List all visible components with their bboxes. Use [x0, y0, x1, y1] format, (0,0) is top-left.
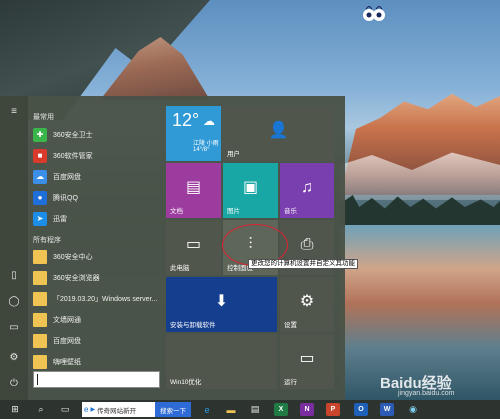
folder-icon [33, 312, 47, 327]
cloud-rain-icon: ☁ [203, 114, 215, 128]
start-search-input[interactable] [33, 371, 160, 388]
app-label: 360软件管家 [53, 152, 93, 160]
search-icon[interactable]: ⌕ [34, 403, 48, 416]
store-icon[interactable]: ▤ [248, 403, 262, 416]
app-label: 「2019.03.20」Windows server... [53, 295, 158, 303]
onenote-icon[interactable]: N [300, 403, 314, 416]
weather-location: 江陵 小雨 [193, 141, 219, 147]
tile-label: 设置 [284, 322, 297, 329]
tile-weather[interactable]: 12° ☁ 江陵 小雨 14°/8° [166, 106, 221, 161]
app-folder-360-center[interactable]: 360安全中心 [33, 248, 161, 265]
run-icon: ▭ [299, 349, 315, 367]
tile-label: 文档 [170, 208, 183, 215]
app-folder-windows-server[interactable]: 「2019.03.20」Windows server... [33, 290, 161, 307]
tile-label: 此电脑 [170, 265, 190, 272]
weather-range: 14°/8° [193, 147, 210, 153]
ie-icon: e [84, 405, 89, 414]
app-360-software-manager[interactable]: ■ 360软件管家 [33, 147, 161, 164]
computer-icon: ▭ [185, 235, 202, 253]
folder-icon [33, 291, 47, 306]
tile-install-uninstall[interactable]: ⬇ 安装与卸载软件 [166, 277, 277, 332]
outlook-icon[interactable]: O [354, 403, 368, 416]
tile-win10-optimize[interactable]: Win10优化 [166, 334, 277, 389]
tile-this-pc[interactable]: ▭ 此电脑 [166, 220, 221, 275]
app-360-safe[interactable]: ✚ 360安全卫士 [33, 126, 161, 143]
app-folder-wenqiang[interactable]: 文墙网通 [33, 311, 161, 328]
gear-icon: ⚙ [299, 292, 315, 310]
tile-pictures[interactable]: ▣ 图片 [223, 163, 278, 218]
app-folder-baidu-netdisk[interactable]: 百度网盘 [33, 332, 161, 349]
excel-icon[interactable]: X [274, 403, 288, 416]
taskbar-search-button[interactable]: 搜索一下 [155, 402, 191, 417]
app-label: 360安全卫士 [53, 131, 93, 139]
document-icon: ▤ [185, 178, 202, 196]
qq-browser-icon[interactable]: ◉ [406, 403, 420, 416]
settings-gear-icon[interactable]: ⚙ [7, 350, 21, 364]
tablet-mode-icon[interactable]: ▯ [7, 268, 21, 282]
app-label: 百度网盘 [53, 173, 81, 181]
picture-icon: ▣ [242, 178, 259, 196]
edge-icon[interactable]: e [200, 403, 214, 416]
tile-label: 用户 [227, 151, 240, 158]
baidu-netdisk-icon: ☁ [33, 169, 47, 184]
play-icon: ▶ [90, 407, 96, 413]
section-title-all-programs: 所有程序 [33, 237, 61, 244]
windows-start-icon[interactable]: ⊞ [8, 403, 22, 416]
qq-icon: ● [33, 190, 47, 205]
app-label: 360安全浏览器 [53, 274, 100, 282]
install-box-icon: ⬇ [214, 292, 229, 310]
app-xunlei[interactable]: ➤ 迅雷 [33, 210, 161, 227]
360-software-manager-icon: ■ [33, 148, 47, 163]
app-baidu-netdisk[interactable]: ☁ 百度网盘 [33, 168, 161, 185]
app-label: 360安全中心 [53, 253, 93, 261]
section-title-frequent: 最常用 [33, 114, 54, 121]
app-label: 迅雷 [53, 215, 67, 223]
user-account-icon[interactable]: ◯ [7, 294, 21, 308]
app-label: 百度网盘 [53, 337, 81, 345]
app-folder-360-browser[interactable]: 360安全浏览器 [33, 269, 161, 286]
tile-label: Win10优化 [170, 379, 202, 386]
taskbar: ⊞ ⌕ ▭ e ▶ 传奇网站新开 搜索一下 e ▬ ▤ X N P O W ◉ [0, 400, 500, 419]
user-icon: 👤 [268, 121, 289, 139]
360-safe-icon: ✚ [33, 127, 47, 142]
start-left-rail: ≡ ▯ ◯ ▭ ⚙ ⏻ [0, 96, 28, 400]
tile-label: 运行 [284, 379, 297, 386]
app-label: 文墙网通 [53, 316, 81, 324]
tile-label: 安装与卸载软件 [170, 322, 216, 329]
documents-icon[interactable]: ▭ [7, 320, 21, 334]
weather-temperature: 12° [172, 110, 200, 130]
control-panel-tooltip: 更改您的计算机设置并自定义其功能 [248, 259, 358, 269]
watermark-url: jingyan.baidu.com [398, 390, 455, 397]
tile-music[interactable]: ♫ 音乐 [280, 163, 334, 218]
xunlei-icon: ➤ [33, 211, 47, 226]
taskbar-search-text: 传奇网站新开 [97, 407, 137, 415]
hamburger-menu-icon[interactable]: ≡ [7, 104, 21, 118]
tile-settings[interactable]: ⚙ 设置 [280, 277, 334, 332]
text-caret [37, 374, 38, 385]
headphones-icon: ♫ [301, 178, 313, 196]
tile-documents[interactable]: ▤ 文档 [166, 163, 221, 218]
app-label: 腾讯QQ [53, 194, 78, 202]
power-icon[interactable]: ⏻ [7, 376, 21, 390]
folder-icon [33, 333, 47, 348]
tile-run[interactable]: ▭ 运行 [280, 334, 334, 389]
task-view-icon[interactable]: ▭ [58, 403, 72, 416]
tile-label: 图片 [227, 208, 240, 215]
folder-icon [33, 249, 47, 264]
powerpoint-icon[interactable]: P [326, 403, 340, 416]
app-folder-wallpaper[interactable]: 嗨哩壁纸 [33, 353, 161, 370]
printer-icon: ⎙ [300, 235, 314, 253]
taskbar-search-input[interactable]: e ▶ 传奇网站新开 [82, 402, 155, 417]
folder-icon [33, 270, 47, 285]
folder-icon [33, 354, 47, 369]
tile-label: 音乐 [284, 208, 297, 215]
app-qq[interactable]: ● 腾讯QQ [33, 189, 161, 206]
baidu-bear-logo [363, 6, 385, 21]
word-icon[interactable]: W [380, 403, 394, 416]
tile-user[interactable]: 👤 用户 [223, 106, 334, 161]
file-explorer-icon[interactable]: ▬ [224, 403, 238, 416]
app-label: 嗨哩壁纸 [53, 358, 81, 366]
